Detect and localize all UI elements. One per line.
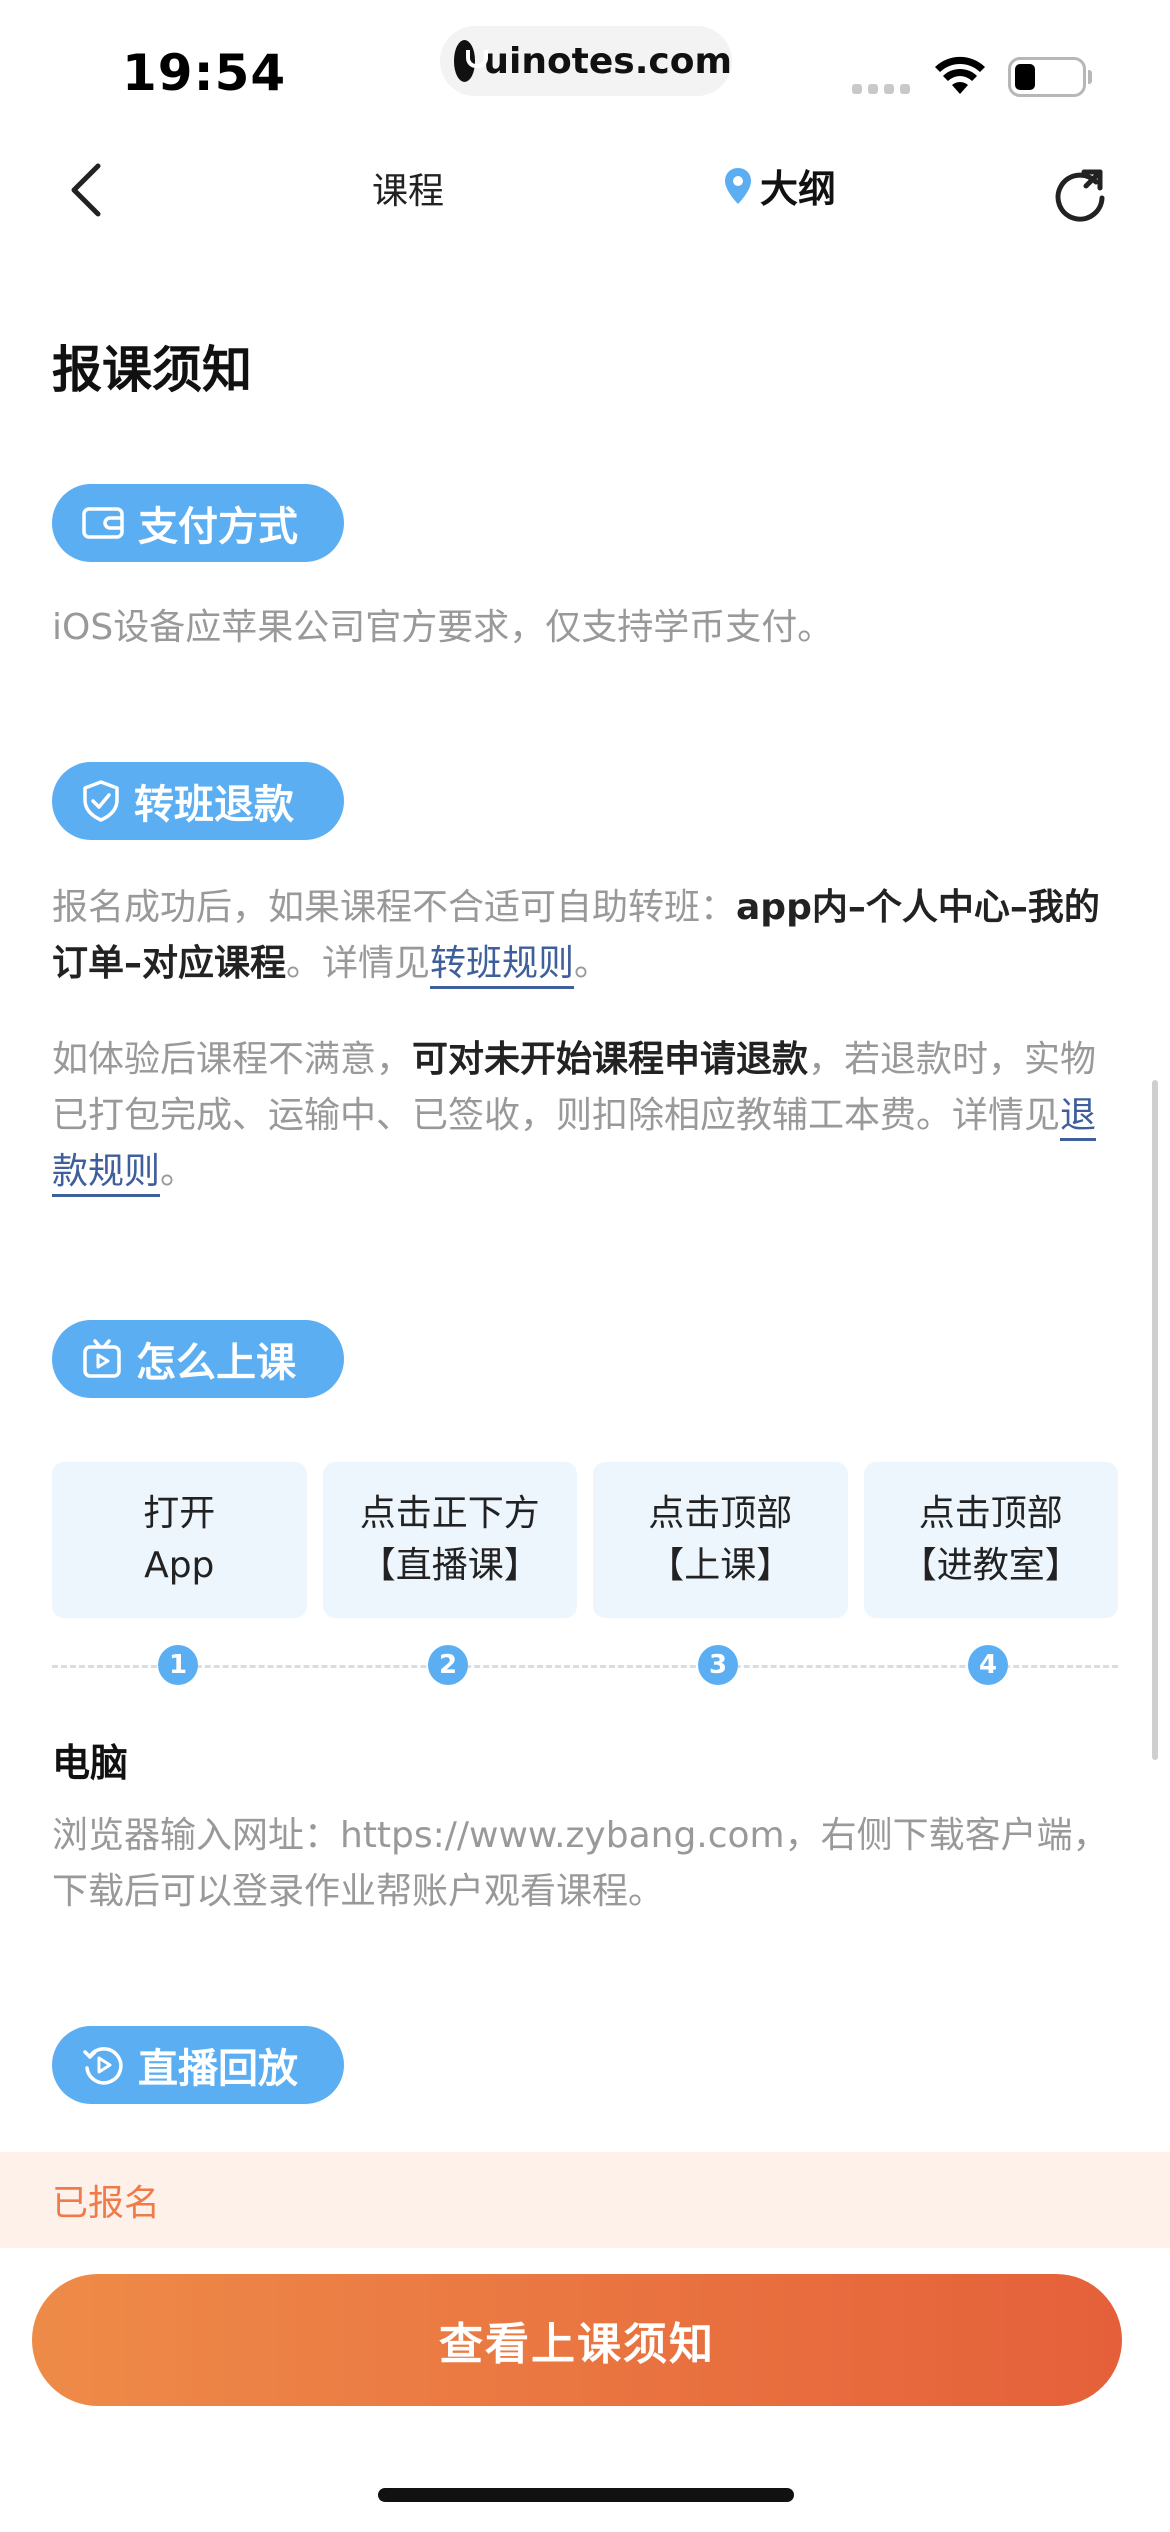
- url-text: uinotes.com: [483, 40, 732, 82]
- tab-course[interactable]: 课程: [372, 162, 444, 214]
- battery-cap: [1088, 70, 1092, 84]
- step-card: 点击顶部 【进教室】: [863, 1462, 1118, 1618]
- enrolled-status-text: 已报名: [52, 2183, 161, 2224]
- section-tag-payment: 支付方式: [52, 484, 344, 562]
- shield-check-icon: [83, 780, 119, 822]
- step-card: 点击正下方 【直播课】: [322, 1462, 577, 1618]
- view-class-notice-button[interactable]: 查看上课须知: [32, 2274, 1122, 2406]
- scrollbar[interactable]: [1152, 1080, 1158, 1760]
- steps-timeline: [52, 1665, 1118, 1668]
- step-line1: 点击顶部: [648, 1493, 793, 1534]
- page-title: 报课须知: [52, 341, 252, 399]
- step-line1: 点击正下方: [359, 1493, 540, 1534]
- step-card: 打开 App: [52, 1462, 307, 1618]
- transfer-rules-link[interactable]: 转班规则: [430, 943, 575, 989]
- steps-row: 打开 App 点击正下方 【直播课】 点击顶部 【上课】 点击顶部 【进教室】: [52, 1462, 1118, 1618]
- section-tag-how: 怎么上课: [52, 1320, 344, 1398]
- step-line2: 【进教室】: [900, 1545, 1081, 1586]
- section-tag-label: 支付方式: [138, 504, 298, 550]
- home-indicator[interactable]: [378, 2488, 794, 2502]
- status-time: 19:54: [122, 44, 287, 102]
- replay-icon: [83, 2047, 123, 2085]
- step-line2: 【上课】: [648, 1545, 793, 1586]
- chevron-left-icon[interactable]: [62, 160, 112, 220]
- refresh-icon[interactable]: [1050, 162, 1110, 222]
- step-line2: App: [144, 1545, 215, 1586]
- course-notice-screen: 19:54 uinotes.com 课程 大纲 报课须知 支付方式 iOS设备应…: [0, 0, 1170, 2532]
- section-tag-label: 转班退款: [134, 782, 294, 828]
- section-tag-label: 怎么上课: [136, 1340, 296, 1386]
- step-line1: 打开: [143, 1493, 216, 1534]
- pc-heading: 电脑: [52, 1741, 129, 1785]
- wifi-icon: [935, 56, 985, 94]
- step-number-badge: 4: [968, 1645, 1008, 1685]
- section-tag-replay: 直播回放: [52, 2026, 344, 2104]
- transfer-text-end: 。: [574, 943, 611, 984]
- refund-bold-text: 可对未开始课程申请退款: [412, 1039, 809, 1080]
- transfer-text-a: 报名成功后，如果课程不合适可自助转班：: [52, 887, 737, 928]
- transfer-text-c: 。详情见: [286, 943, 431, 984]
- section-tag-label: 直播回放: [138, 2046, 298, 2092]
- refund-text-a: 如体验后课程不满意，: [52, 1039, 413, 1080]
- payment-text: iOS设备应苹果公司官方要求，仅支持学币支付。: [52, 607, 834, 648]
- site-logo-icon: [454, 40, 489, 82]
- battery-icon: [1008, 57, 1086, 97]
- section-tag-transfer: 转班退款: [52, 762, 344, 840]
- step-line2: 【直播课】: [359, 1545, 540, 1586]
- enrolled-status-bar: 已报名: [0, 2152, 1170, 2248]
- cellular-signal-icon: [852, 84, 910, 94]
- location-pin-icon: [725, 167, 751, 204]
- refund-text: 如体验后课程不满意，可对未开始课程申请退款，若退款时，实物已打包完成、运输中、已…: [52, 1032, 1122, 1200]
- step-number-badge: 1: [158, 1645, 198, 1685]
- step-number-badge: 3: [698, 1645, 738, 1685]
- step-number-badge: 2: [428, 1645, 468, 1685]
- pc-text: 浏览器输入网址：https://www.zybang.com，右侧下载客户端，下…: [52, 1815, 1109, 1912]
- tab-outline[interactable]: 大纲: [722, 158, 836, 213]
- refund-text-end: 。: [160, 1151, 197, 1192]
- tv-play-icon: [83, 1339, 121, 1378]
- url-pill[interactable]: uinotes.com: [440, 26, 732, 96]
- step-line1: 点击顶部: [918, 1493, 1063, 1534]
- wallet-icon: [82, 507, 124, 539]
- step-card: 点击顶部 【上课】: [593, 1462, 848, 1618]
- transfer-text: 报名成功后，如果课程不合适可自助转班：app内–个人中心–我的订单–对应课程。详…: [52, 880, 1122, 992]
- tab-outline-label: 大纲: [760, 167, 837, 211]
